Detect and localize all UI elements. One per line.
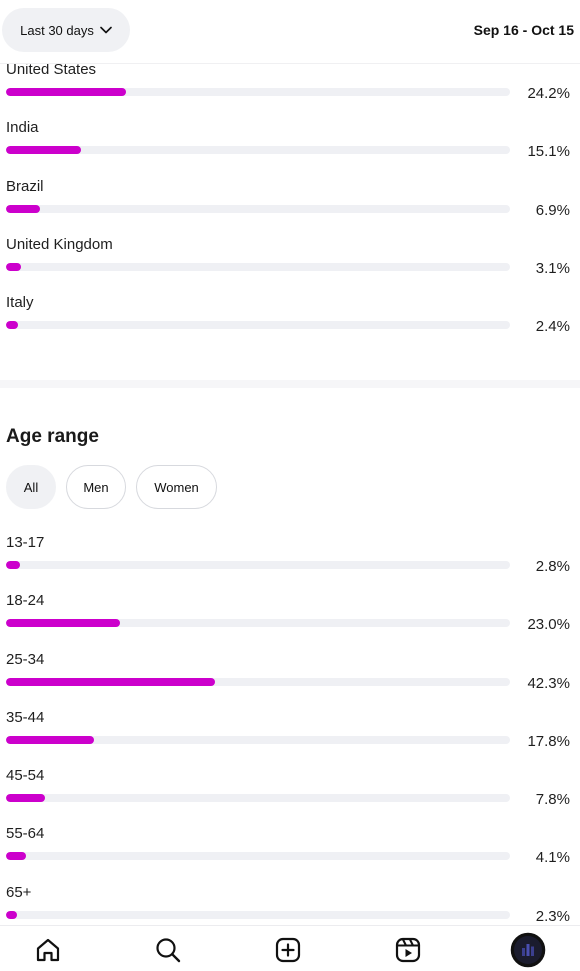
- filter-men-chip[interactable]: Men: [66, 465, 126, 509]
- age-label: 13-17: [6, 534, 45, 551]
- country-bar-track: [6, 146, 510, 155]
- country-row: United States 24.2%: [0, 62, 580, 120]
- age-label: 65+: [6, 883, 32, 901]
- country-bar-fill: [6, 204, 41, 213]
- filter-women-chip[interactable]: Women: [136, 465, 217, 509]
- country-percent: 15.1%: [527, 143, 570, 161]
- age-percent: 17.8%: [527, 732, 570, 750]
- age-bar-fill: [6, 677, 215, 686]
- age-bar-track: [6, 677, 510, 686]
- country-bar-track: [6, 321, 510, 330]
- age-label: 18-24: [6, 592, 45, 610]
- age-label: 55-64: [6, 825, 45, 843]
- country-label: United States: [6, 61, 97, 78]
- nav-profile-insights[interactable]: [508, 932, 548, 968]
- country-label: India: [6, 119, 39, 137]
- age-list: 13-17 2.8% 18-24 23.0% 25-34 42.3% 35-44…: [0, 535, 580, 943]
- age-label: 35-44: [6, 708, 45, 726]
- country-label: United Kingdom: [6, 235, 113, 253]
- age-bar-fill: [6, 794, 45, 803]
- age-bar-fill: [6, 735, 94, 744]
- age-bar-track: [6, 561, 510, 569]
- age-percent: 4.1%: [535, 849, 570, 867]
- section-divider: [0, 380, 580, 388]
- age-row: 35-44 17.8%: [0, 708, 580, 768]
- country-bar-fill: [6, 321, 18, 330]
- bottom-nav: [0, 925, 580, 971]
- nav-home[interactable]: [28, 932, 68, 968]
- home-icon: [36, 938, 60, 962]
- age-bar-track: [6, 794, 510, 803]
- country-bar-track: [6, 88, 510, 96]
- age-bar-track: [6, 619, 510, 628]
- nav-create[interactable]: [268, 932, 308, 968]
- age-bar-fill: [6, 910, 18, 919]
- age-bar-track: [6, 735, 510, 744]
- age-percent: 2.3%: [535, 907, 570, 925]
- age-row: 25-34 42.3%: [0, 650, 580, 710]
- country-bar-track: [6, 204, 510, 213]
- age-bar-track: [6, 852, 510, 861]
- gender-filter-chips: All Men Women: [6, 465, 217, 509]
- age-range-title: Age range: [6, 426, 99, 447]
- country-row: India 15.1%: [0, 120, 580, 178]
- age-bar-fill: [6, 852, 27, 861]
- age-row: 18-24 23.0%: [0, 593, 580, 651]
- country-bar-fill: [6, 146, 81, 155]
- age-row: 55-64 4.1%: [0, 826, 580, 884]
- search-icon: [156, 938, 181, 963]
- age-bar-track: [6, 910, 510, 919]
- date-range-dropdown[interactable]: Last 30 days: [2, 8, 130, 52]
- filter-all-chip[interactable]: All: [6, 465, 56, 509]
- country-bar-fill: [6, 262, 22, 271]
- country-row: Brazil 6.9%: [0, 177, 580, 237]
- country-row: United Kingdom 3.1%: [0, 235, 580, 295]
- age-percent: 7.8%: [535, 791, 570, 809]
- country-percent: 2.4%: [535, 318, 570, 336]
- chevron-down-icon: [100, 26, 112, 34]
- create-icon: [275, 937, 301, 963]
- country-percent: 6.9%: [535, 201, 570, 219]
- top-bar: Last 30 days Sep 16 - Oct 15: [0, 0, 580, 64]
- date-range-dropdown-label: Last 30 days: [20, 22, 94, 38]
- nav-search[interactable]: [148, 932, 188, 968]
- age-percent: 42.3%: [527, 674, 570, 692]
- country-label: Italy: [6, 294, 34, 312]
- age-label: 25-34: [6, 650, 45, 668]
- country-bar-track: [6, 262, 510, 271]
- nav-reels[interactable]: [388, 932, 428, 968]
- date-range-text: Sep 16 - Oct 15: [473, 22, 574, 38]
- age-bar-fill: [6, 561, 20, 569]
- country-percent: 24.2%: [527, 85, 570, 102]
- country-percent: 3.1%: [535, 259, 570, 277]
- age-percent: 2.8%: [535, 558, 570, 575]
- age-percent: 23.0%: [527, 616, 570, 634]
- country-label: Brazil: [6, 177, 44, 195]
- insights-profile-icon: [510, 932, 546, 968]
- reels-icon: [395, 937, 421, 963]
- age-row: 45-54 7.8%: [0, 768, 580, 826]
- country-list: United States 24.2% India 15.1% Brazil 6…: [0, 62, 580, 353]
- country-row: Italy 2.4%: [0, 295, 580, 353]
- age-bar-fill: [6, 619, 120, 628]
- age-row: 13-17 2.8%: [0, 535, 580, 593]
- country-bar-fill: [6, 88, 126, 96]
- age-label: 45-54: [6, 767, 45, 785]
